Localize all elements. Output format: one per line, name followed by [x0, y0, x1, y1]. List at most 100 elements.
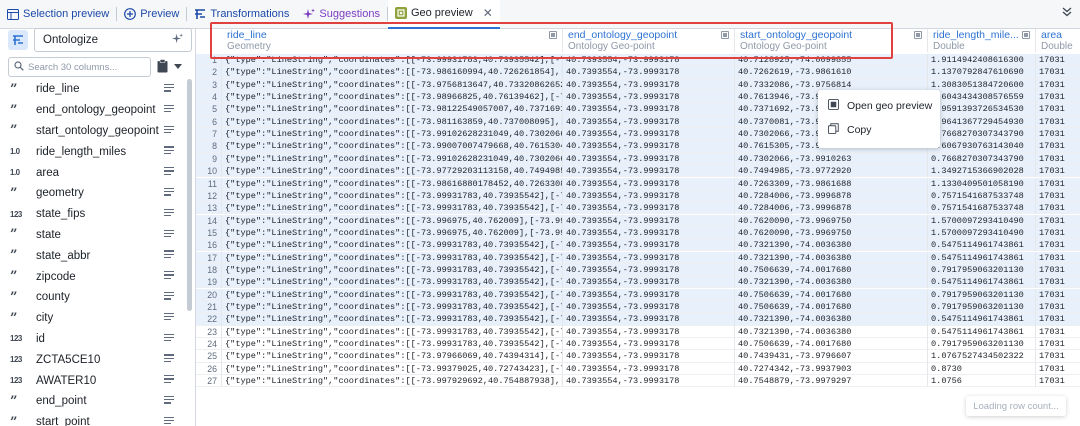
column-header-end-ontology-geopoint[interactable]: end_ontology_geopoint Ontology Geo-point	[563, 29, 735, 52]
column-list-scrollbar[interactable]	[187, 79, 192, 311]
column-list-item[interactable]: ” end_point	[0, 391, 196, 412]
table-cell[interactable]: {"type":"LineString","coordinates":[[-73…	[222, 263, 563, 277]
table-cell[interactable]: {"type":"LineString","coordinates":[[-73…	[222, 66, 563, 79]
table-cell[interactable]: 40.7393554,-73.9993178	[563, 152, 735, 165]
table-cell[interactable]: 17031	[1036, 103, 1080, 115]
table-cell[interactable]: 40.7321390,-74.0036380	[735, 276, 928, 289]
table-cell[interactable]: {"type":"LineString","coordinates":[[-73…	[222, 128, 563, 141]
column-list-item[interactable]: ” city	[0, 308, 196, 329]
table-cell[interactable]: 17031	[1036, 215, 1080, 227]
table-cell[interactable]: 40.7620090,-73.9969750	[735, 214, 928, 227]
table-cell[interactable]: {"type":"LineString","coordinates":[[-73…	[222, 78, 563, 91]
table-cell[interactable]: 40.7393554,-73.9993178	[563, 78, 735, 91]
table-row[interactable]: 16 {"type":"LineString","coordinates":[[-…	[196, 239, 1080, 252]
table-cell[interactable]: 1.5700097293410490	[928, 226, 1036, 240]
table-cell[interactable]: 40.7393554,-73.9993178	[563, 313, 735, 326]
table-cell[interactable]: 1.3492715366902028	[928, 165, 1036, 178]
table-cell[interactable]: 40.7506639,-74.0017680	[735, 338, 928, 351]
table-cell[interactable]: 40.7321390,-74.0036380	[735, 251, 928, 264]
table-cell[interactable]: 0.5475114961743861	[928, 239, 1036, 252]
table-cell[interactable]: 0.7571541687533748	[928, 202, 1036, 215]
table-cell[interactable]: 1.1370792847610690	[928, 66, 1036, 79]
table-cell[interactable]: 0.7571541687533748	[928, 189, 1036, 203]
table-cell[interactable]: 17031	[1036, 350, 1080, 362]
column-list-item[interactable]: ” start_point	[0, 412, 196, 426]
close-icon[interactable]: ✕	[483, 6, 493, 20]
table-row[interactable]: 17 {"type":"LineString","coordinates":[[-…	[196, 251, 1080, 264]
table-cell[interactable]: 17031	[1036, 79, 1080, 91]
table-cell[interactable]: 17031	[1036, 66, 1080, 78]
table-cell[interactable]: 40.7548879,-73.9979297	[735, 375, 928, 388]
table-cell[interactable]: 0.5475114961743861	[928, 325, 1036, 338]
chevron-double-down-icon[interactable]	[1062, 7, 1072, 20]
table-cell[interactable]: {"type":"LineString","coordinates":[[-73…	[222, 202, 563, 215]
table-cell[interactable]: {"type":"LineString","coordinates":[[-73…	[222, 288, 563, 301]
menu-lines-icon[interactable]	[164, 312, 174, 323]
table-cell[interactable]: 0.5475114961743861	[928, 276, 1036, 289]
menu-lines-icon[interactable]	[164, 146, 174, 156]
table-row[interactable]: 10 {"type":"LineString","coordinates":[[-…	[196, 165, 1080, 178]
table-cell[interactable]: 40.7393554,-73.9993178	[563, 288, 735, 301]
table-cell[interactable]: 40.7393554,-73.9993178	[563, 276, 735, 289]
menu-lines-icon[interactable]	[164, 354, 174, 364]
table-cell[interactable]: 40.7393554,-73.9993178	[563, 202, 735, 215]
table-cell[interactable]: 17031	[1036, 264, 1080, 276]
table-cell[interactable]: 17031	[1036, 54, 1080, 66]
table-cell[interactable]: {"type":"LineString","coordinates":[[-73…	[222, 152, 563, 165]
table-cell[interactable]: 40.7393554,-73.9993178	[563, 362, 735, 375]
table-cell[interactable]: 17031	[1036, 289, 1080, 301]
menu-lines-icon[interactable]	[164, 125, 174, 136]
table-cell[interactable]: {"type":"LineString","coordinates":[[-73…	[222, 350, 563, 363]
table-cell[interactable]: 40.7393554,-73.9993178	[563, 325, 735, 338]
tab-selection-preview[interactable]: Selection preview	[0, 0, 116, 29]
column-header-start-ontology-geopoint[interactable]: start_ontology_geopoint Ontology Geo-poi…	[735, 29, 928, 52]
table-row[interactable]: 4 {"type":"LineString","coordinates":[[-7…	[196, 91, 1080, 104]
table-cell[interactable]: 40.7393554,-73.9993178	[563, 140, 735, 153]
table-row[interactable]: 6 {"type":"LineString","coordinates":[[-7…	[196, 115, 1080, 128]
table-cell[interactable]: 40.7393554,-73.9993178	[563, 263, 735, 277]
table-cell[interactable]: 40.7262619,-73.9861610	[735, 66, 928, 79]
table-cell[interactable]: 40.7506639,-74.0017680	[735, 288, 928, 301]
table-cell[interactable]: 40.7393554,-73.9993178	[563, 115, 735, 128]
tab-transformations[interactable]: Transformations	[187, 0, 296, 29]
table-cell[interactable]: {"type":"LineString","coordinates":[[-73…	[222, 251, 563, 264]
table-row[interactable]: 19 {"type":"LineString","coordinates":[[-…	[196, 276, 1080, 289]
table-cell[interactable]: 40.7263309,-73.9861688	[735, 177, 928, 190]
table-cell[interactable]: 0.7917959063201130	[928, 263, 1036, 277]
menu-lines-icon[interactable]	[164, 84, 174, 94]
table-cell[interactable]: 40.7620090,-73.9969750	[735, 226, 928, 240]
caret-down-icon[interactable]	[174, 61, 182, 73]
table-cell[interactable]: 0.5475114961743861	[928, 251, 1036, 264]
table-cell[interactable]: {"type":"LineString","coordinates":[[-73…	[222, 276, 563, 289]
menu-lines-icon[interactable]	[164, 333, 174, 344]
table-cell[interactable]: {"type":"LineString","coordinates":[[-73…	[222, 313, 563, 326]
column-list-item[interactable]: ” zipcode	[0, 266, 196, 287]
table-cell[interactable]: 40.7393554,-73.9993178	[563, 103, 735, 116]
table-row[interactable]: 13 {"type":"LineString","coordinates":[[-…	[196, 202, 1080, 215]
table-row[interactable]: 18 {"type":"LineString","coordinates":[[-…	[196, 263, 1080, 277]
menu-lines-icon[interactable]	[164, 375, 174, 385]
tab-suggestions[interactable]: Suggestions	[296, 0, 387, 29]
table-row[interactable]: 25 {"type":"LineString","coordinates":[[-…	[196, 350, 1080, 363]
table-row[interactable]: 3 {"type":"LineString","coordinates":[[-7…	[196, 78, 1080, 91]
table-cell[interactable]: 0.7917959063201130	[928, 301, 1036, 314]
table-row[interactable]: 15 {"type":"LineString","coordinates":[[-…	[196, 226, 1080, 240]
menu-lines-icon[interactable]	[164, 208, 174, 219]
table-cell[interactable]: 40.7274342,-73.9937903	[735, 362, 928, 375]
menu-lines-icon[interactable]	[164, 250, 174, 260]
table-cell[interactable]: 17031	[1036, 202, 1080, 214]
table-cell[interactable]: {"type":"LineString","coordinates":[[-73…	[222, 338, 563, 351]
table-cell[interactable]: 17031	[1036, 140, 1080, 152]
table-cell[interactable]: 1.9114942408616300	[928, 54, 1036, 67]
table-cell[interactable]: {"type":"LineString","coordinates":[[-73…	[222, 189, 563, 203]
tab-preview[interactable]: Preview	[117, 0, 186, 29]
table-cell[interactable]: 40.7393554,-73.9993178	[563, 177, 735, 190]
table-cell[interactable]: 0.7668270307343790	[928, 128, 1036, 141]
table-cell[interactable]: 0.7668270307343790	[928, 152, 1036, 165]
table-cell[interactable]: 0.9641367729454930	[928, 115, 1036, 128]
table-cell[interactable]: 17031	[1036, 301, 1080, 313]
table-cell[interactable]: 17031	[1036, 239, 1080, 251]
table-cell[interactable]: {"type":"LineString","coordinates":[[-73…	[222, 362, 563, 375]
table-cell[interactable]: 17031	[1036, 116, 1080, 128]
table-cell[interactable]: {"type":"LineString","coordinates":[[-73…	[222, 54, 563, 67]
